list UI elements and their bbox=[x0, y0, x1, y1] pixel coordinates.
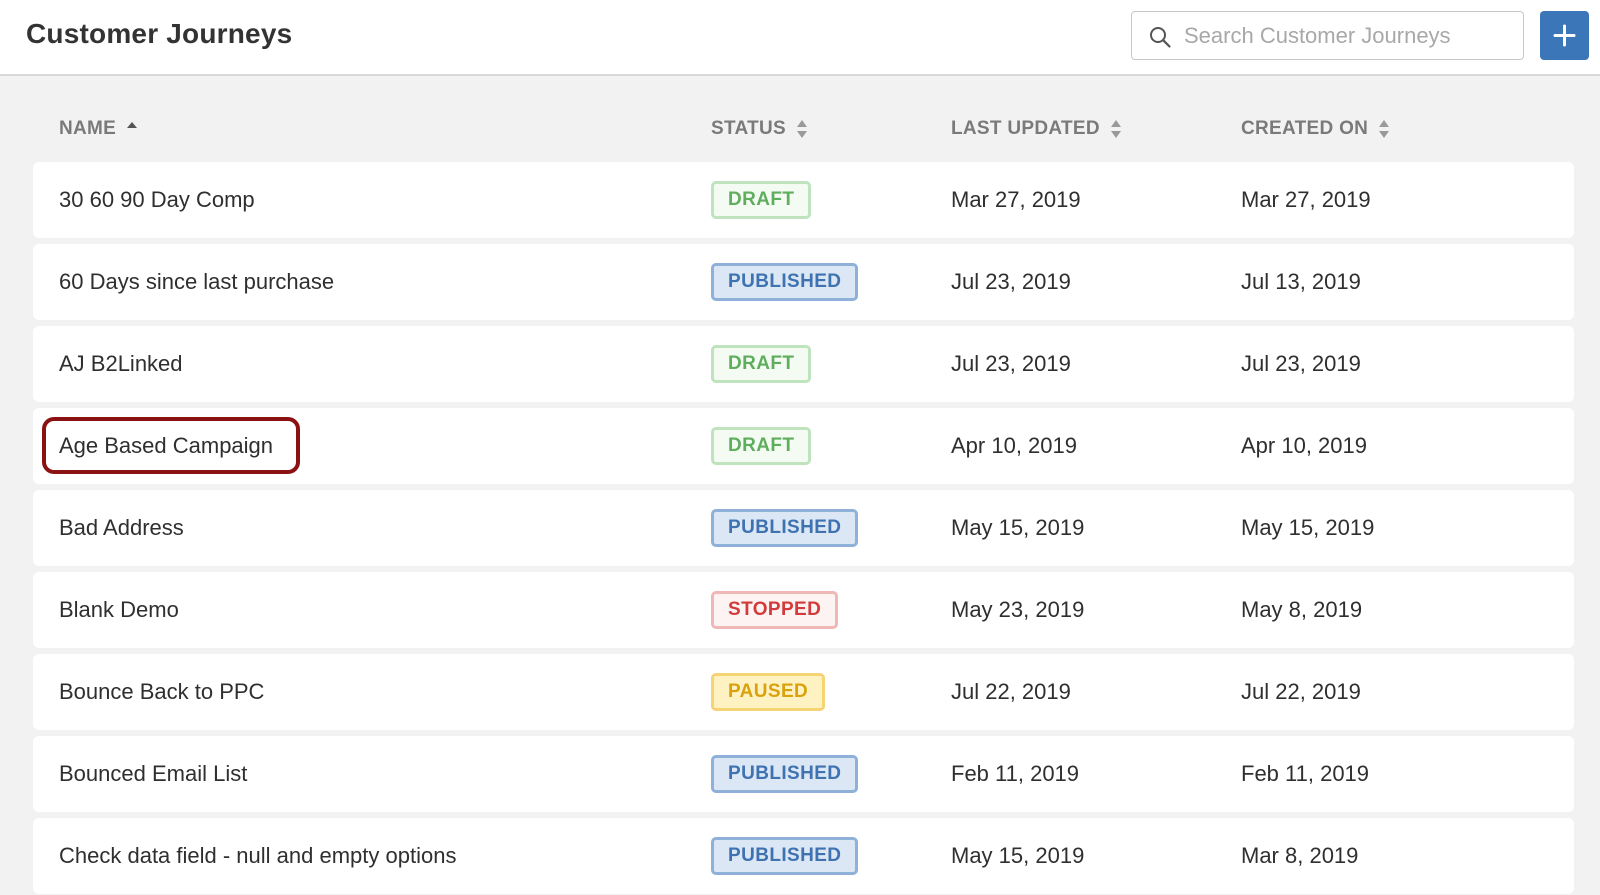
plus-icon bbox=[1553, 24, 1576, 47]
table-row[interactable]: Bad Address PUBLISHED May 15, 2019 May 1… bbox=[33, 490, 1574, 566]
status-badge: STOPPED bbox=[711, 591, 839, 629]
status-cell: PUBLISHED bbox=[711, 818, 859, 894]
status-badge: PUBLISHED bbox=[711, 755, 859, 793]
table-row[interactable]: Blank Demo STOPPED May 23, 2019 May 8, 2… bbox=[33, 572, 1574, 648]
sort-icon bbox=[1379, 120, 1390, 138]
status-cell: PAUSED bbox=[711, 654, 826, 730]
status-cell: PUBLISHED bbox=[711, 490, 859, 566]
table-row[interactable]: Check data field - null and empty option… bbox=[33, 818, 1574, 894]
journey-name[interactable]: Bounce Back to PPC bbox=[59, 654, 264, 730]
page-title: Customer Journeys bbox=[26, 18, 293, 49]
column-header-name[interactable]: NAME bbox=[59, 118, 138, 140]
search-box[interactable] bbox=[1131, 11, 1524, 60]
created-on: Jul 23, 2019 bbox=[1241, 351, 1361, 376]
status-badge: PAUSED bbox=[711, 673, 826, 711]
last-updated: Jul 23, 2019 bbox=[951, 269, 1071, 294]
last-updated: Mar 27, 2019 bbox=[951, 187, 1081, 212]
column-header-status-label: STATUS bbox=[711, 118, 786, 139]
last-updated: May 23, 2019 bbox=[951, 597, 1085, 622]
table-row[interactable]: Bounce Back to PPC PAUSED Jul 22, 2019 J… bbox=[33, 654, 1574, 730]
created-on: Feb 11, 2019 bbox=[1241, 761, 1370, 786]
last-updated: May 15, 2019 bbox=[951, 843, 1085, 868]
journey-name[interactable]: Check data field - null and empty option… bbox=[59, 818, 456, 894]
created-on: Jul 22, 2019 bbox=[1241, 679, 1361, 704]
table-row[interactable]: Bounced Email List PUBLISHED Feb 11, 201… bbox=[33, 736, 1574, 812]
created-on: May 8, 2019 bbox=[1241, 597, 1363, 622]
column-header-created-on[interactable]: CREATED ON bbox=[1241, 118, 1390, 140]
column-header-created-on-label: CREATED ON bbox=[1241, 118, 1369, 139]
status-badge: DRAFT bbox=[711, 345, 812, 383]
table-row[interactable]: 30 60 90 Day Comp DRAFT Mar 27, 2019 Mar… bbox=[33, 162, 1574, 238]
last-updated: Jul 22, 2019 bbox=[951, 679, 1071, 704]
created-on: Jul 13, 2019 bbox=[1241, 269, 1361, 294]
page-header: Customer Journeys bbox=[0, 0, 1600, 76]
status-cell: DRAFT bbox=[711, 326, 812, 402]
status-badge: DRAFT bbox=[711, 181, 812, 219]
search-input[interactable] bbox=[1184, 12, 1514, 59]
last-updated: May 15, 2019 bbox=[951, 515, 1085, 540]
journey-name[interactable]: Bounced Email List bbox=[59, 736, 247, 812]
table-row[interactable]: AJ B2Linked DRAFT Jul 23, 2019 Jul 23, 2… bbox=[33, 326, 1574, 402]
created-on: Apr 10, 2019 bbox=[1241, 433, 1367, 458]
status-cell: DRAFT bbox=[711, 162, 812, 238]
last-updated: Feb 11, 2019 bbox=[951, 761, 1080, 786]
status-cell: DRAFT bbox=[711, 408, 812, 484]
status-cell: PUBLISHED bbox=[711, 736, 859, 812]
column-header-last-updated-label: LAST UPDATED bbox=[951, 118, 1100, 139]
table-row[interactable]: Age Based Campaign DRAFT Apr 10, 2019 Ap… bbox=[33, 408, 1574, 484]
journey-name[interactable]: Age Based Campaign bbox=[59, 408, 273, 484]
column-header-last-updated[interactable]: LAST UPDATED bbox=[951, 118, 1122, 140]
journey-name[interactable]: Blank Demo bbox=[59, 572, 179, 648]
add-journey-button[interactable] bbox=[1540, 11, 1589, 60]
status-cell: PUBLISHED bbox=[711, 244, 859, 320]
journey-name[interactable]: AJ B2Linked bbox=[59, 326, 183, 402]
search-icon bbox=[1150, 27, 1171, 48]
status-badge: PUBLISHED bbox=[711, 509, 859, 547]
table-row[interactable]: 60 Days since last purchase PUBLISHED Ju… bbox=[33, 244, 1574, 320]
column-header-name-label: NAME bbox=[59, 118, 117, 139]
last-updated: Jul 23, 2019 bbox=[951, 351, 1071, 376]
created-on: Mar 8, 2019 bbox=[1241, 843, 1359, 868]
journey-name[interactable]: 30 60 90 Day Comp bbox=[59, 162, 255, 238]
table-header: NAME STATUS LAST UPDATED CREATED ON bbox=[0, 110, 1600, 150]
created-on: May 15, 2019 bbox=[1241, 515, 1375, 540]
sort-icon bbox=[796, 120, 807, 138]
sort-ascending-icon bbox=[127, 122, 138, 128]
column-header-status[interactable]: STATUS bbox=[711, 118, 808, 140]
status-badge: DRAFT bbox=[711, 427, 812, 465]
status-cell: STOPPED bbox=[711, 572, 839, 648]
status-badge: PUBLISHED bbox=[711, 263, 859, 301]
status-badge: PUBLISHED bbox=[711, 837, 859, 875]
journey-name[interactable]: 60 Days since last purchase bbox=[59, 244, 334, 320]
last-updated: Apr 10, 2019 bbox=[951, 433, 1077, 458]
journey-name[interactable]: Bad Address bbox=[59, 490, 184, 566]
created-on: Mar 27, 2019 bbox=[1241, 187, 1371, 212]
sort-icon bbox=[1110, 120, 1121, 138]
